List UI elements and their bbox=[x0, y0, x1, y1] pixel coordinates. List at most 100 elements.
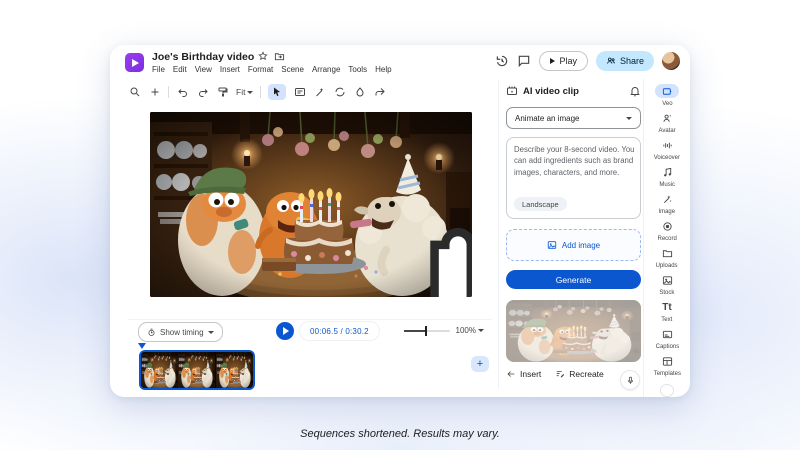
rail-item-templates[interactable]: Templates bbox=[644, 354, 690, 381]
add-icon[interactable] bbox=[148, 86, 161, 99]
menu-scene[interactable]: Scene bbox=[281, 65, 304, 74]
rail-item-text[interactable]: Tt Text bbox=[644, 300, 690, 327]
menu-file[interactable]: File bbox=[152, 65, 165, 74]
templates-icon bbox=[662, 356, 673, 367]
paint-format-icon[interactable] bbox=[216, 86, 229, 99]
share-button[interactable]: Share bbox=[596, 51, 654, 71]
uploads-icon bbox=[662, 248, 673, 259]
menubar: File Edit View Insert Format Scene Arran… bbox=[152, 65, 392, 74]
aspect-ratio-chip[interactable]: Landscape bbox=[514, 197, 567, 211]
move-folder-icon[interactable] bbox=[274, 51, 285, 62]
recreate-icon bbox=[555, 369, 565, 379]
prompt-input[interactable] bbox=[514, 144, 635, 190]
mode-selector[interactable]: Animate an image bbox=[506, 107, 641, 129]
menu-tools[interactable]: Tools bbox=[348, 65, 367, 74]
chevron-down-icon bbox=[208, 331, 214, 334]
rail-item-voiceover[interactable]: Voiceover bbox=[644, 138, 690, 165]
record-icon bbox=[662, 221, 673, 232]
add-image-button[interactable]: Add image bbox=[506, 229, 641, 261]
timeline-zoom-control: 100% bbox=[404, 326, 484, 335]
play-button[interactable]: Play bbox=[539, 51, 588, 71]
show-timing-dropdown[interactable]: Show timing bbox=[138, 322, 223, 342]
undo-icon[interactable] bbox=[176, 86, 189, 99]
timeline-clip[interactable] bbox=[139, 350, 255, 390]
rail-item-avatar[interactable]: Avatar bbox=[644, 111, 690, 138]
document-title[interactable]: Joe's Birthday video bbox=[152, 51, 254, 63]
vids-logo-icon[interactable] bbox=[125, 53, 144, 72]
rail-item-veo[interactable]: Veo bbox=[644, 84, 690, 111]
avatar-icon bbox=[662, 113, 673, 124]
timeline-play-button[interactable] bbox=[276, 322, 294, 340]
rail-item-captions[interactable]: Captions bbox=[644, 327, 690, 354]
generate-button[interactable]: Generate bbox=[506, 270, 641, 289]
image-icon bbox=[547, 240, 557, 250]
menu-edit[interactable]: Edit bbox=[173, 65, 187, 74]
video-canvas[interactable] bbox=[150, 112, 472, 297]
panel-divider bbox=[498, 81, 499, 389]
titlebar: Joe's Birthday video File Edit View Inse… bbox=[110, 45, 690, 79]
play-icon bbox=[550, 58, 555, 64]
image-gen-icon bbox=[662, 194, 673, 205]
fit-zoom-dropdown[interactable]: Fit bbox=[236, 87, 253, 97]
voiceover-icon bbox=[662, 140, 673, 151]
playhead-marker[interactable] bbox=[138, 343, 146, 349]
prompt-card: Landscape bbox=[506, 137, 641, 219]
present-forward-icon[interactable] bbox=[373, 86, 386, 99]
rail-item-music[interactable]: Music bbox=[644, 165, 690, 192]
bell-icon[interactable] bbox=[629, 85, 641, 97]
app-window: Joe's Birthday video File Edit View Inse… bbox=[110, 45, 690, 397]
music-icon bbox=[662, 167, 673, 178]
ai-clip-icon bbox=[506, 85, 518, 97]
textbox-tool-icon[interactable] bbox=[293, 86, 306, 99]
captions-icon bbox=[662, 329, 673, 340]
timecode: 00:06.5 / 0:30.2 bbox=[300, 322, 379, 340]
insert-button[interactable]: Insert bbox=[506, 369, 541, 379]
rail-item-image[interactable]: Image bbox=[644, 192, 690, 219]
toolbar-divider bbox=[168, 86, 169, 98]
background-icon[interactable] bbox=[353, 86, 366, 99]
mic-button[interactable] bbox=[621, 371, 639, 389]
comment-icon[interactable] bbox=[517, 54, 531, 68]
add-scene-button[interactable]: + bbox=[471, 356, 489, 372]
rail-item-stock[interactable]: Stock bbox=[644, 273, 690, 300]
menu-help[interactable]: Help bbox=[375, 65, 391, 74]
magic-write-icon[interactable] bbox=[313, 86, 326, 99]
people-icon bbox=[606, 56, 616, 66]
timing-icon bbox=[147, 328, 156, 337]
playback-controls: Show timing 00:06.5 / 0:30.2 100% bbox=[128, 319, 492, 344]
transition-icon[interactable] bbox=[333, 86, 346, 99]
chevron-down-icon bbox=[478, 329, 484, 332]
ai-panel-title: AI video clip bbox=[523, 86, 624, 97]
text-icon: Tt bbox=[655, 300, 679, 314]
menu-arrange[interactable]: Arrange bbox=[312, 65, 340, 74]
zoom-slider-handle[interactable] bbox=[425, 326, 427, 336]
chevron-down-icon bbox=[247, 91, 253, 94]
stock-icon bbox=[662, 275, 673, 286]
zoom-level-dropdown[interactable]: 100% bbox=[456, 326, 484, 335]
toolbar: Fit bbox=[128, 82, 386, 102]
chevron-down-icon bbox=[626, 117, 632, 120]
generated-result-thumbnail[interactable] bbox=[506, 300, 641, 362]
rail-item-uploads[interactable]: Uploads bbox=[644, 246, 690, 273]
account-avatar[interactable] bbox=[662, 52, 680, 70]
disclaimer-text: Sequences shortened. Results may vary. bbox=[0, 428, 800, 440]
arrow-left-icon bbox=[506, 369, 516, 379]
menu-format[interactable]: Format bbox=[248, 65, 273, 74]
zoom-slider[interactable] bbox=[404, 330, 450, 332]
rail-item-record[interactable]: Record bbox=[644, 219, 690, 246]
menu-insert[interactable]: Insert bbox=[220, 65, 240, 74]
rail-more-indicator bbox=[660, 384, 674, 397]
recreate-button[interactable]: Recreate bbox=[555, 369, 604, 379]
mic-icon bbox=[626, 376, 635, 385]
toolbar-divider bbox=[260, 86, 261, 98]
timeline: + bbox=[128, 343, 492, 391]
star-icon[interactable] bbox=[258, 51, 268, 61]
ai-video-clip-panel: AI video clip Animate an image Landscape… bbox=[506, 83, 641, 391]
version-history-icon[interactable] bbox=[495, 54, 509, 68]
search-icon[interactable] bbox=[128, 86, 141, 99]
menu-view[interactable]: View bbox=[195, 65, 212, 74]
veo-icon bbox=[662, 86, 673, 97]
hand-cursor bbox=[302, 220, 472, 297]
select-tool-icon[interactable] bbox=[268, 84, 286, 100]
redo-icon[interactable] bbox=[196, 86, 209, 99]
